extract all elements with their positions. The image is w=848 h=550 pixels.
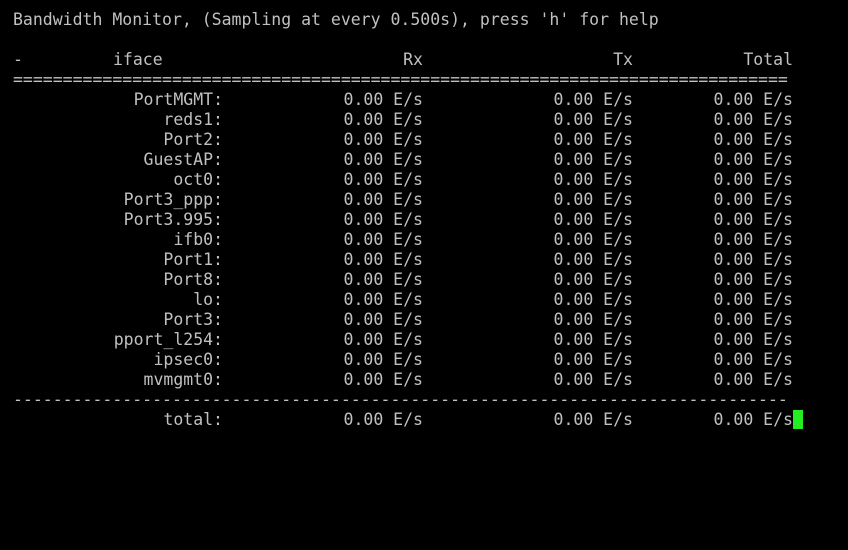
terminal-window[interactable]: Bandwidth Monitor, (Sampling at every 0.… xyxy=(13,10,843,430)
row-tx: 0.00 E/s xyxy=(553,170,633,189)
table-row: Port3: 0.00 E/s 0.00 E/s 0.00 E/s xyxy=(13,310,843,330)
row-iface: Port3.995: xyxy=(123,210,223,229)
table-row: GuestAP: 0.00 E/s 0.00 E/s 0.00 E/s xyxy=(13,150,843,170)
total-rx: 0.00 E/s xyxy=(343,410,423,429)
double-separator-text: ========================================… xyxy=(13,70,788,89)
table-row: lo: 0.00 E/s 0.00 E/s 0.00 E/s xyxy=(13,290,843,310)
row-rx: 0.00 E/s xyxy=(343,290,423,309)
row-iface: oct0: xyxy=(173,170,223,189)
row-tx: 0.00 E/s xyxy=(553,290,633,309)
row-total: 0.00 E/s xyxy=(713,190,793,209)
row-total: 0.00 E/s xyxy=(713,310,793,329)
row-tx: 0.00 E/s xyxy=(553,230,633,249)
row-total: 0.00 E/s xyxy=(713,170,793,189)
row-rx: 0.00 E/s xyxy=(343,310,423,329)
single-separator-text: ----------------------------------------… xyxy=(13,390,788,409)
row-iface: PortMGMT: xyxy=(133,90,223,109)
row-tx: 0.00 E/s xyxy=(553,150,633,169)
row-total: 0.00 E/s xyxy=(713,290,793,309)
row-rx: 0.00 E/s xyxy=(343,170,423,189)
row-tx: 0.00 E/s xyxy=(553,250,633,269)
row-iface: ifb0: xyxy=(173,230,223,249)
terminal-cursor xyxy=(793,410,803,429)
table-row: oct0: 0.00 E/s 0.00 E/s 0.00 E/s xyxy=(13,170,843,190)
table-row: mvmgmt0: 0.00 E/s 0.00 E/s 0.00 E/s xyxy=(13,370,843,390)
table-row: Port1: 0.00 E/s 0.00 E/s 0.00 E/s xyxy=(13,250,843,270)
table-row: reds1: 0.00 E/s 0.00 E/s 0.00 E/s xyxy=(13,110,843,130)
column-header-rx: Rx xyxy=(403,50,423,69)
total-row: total: 0.00 E/s 0.00 E/s 0.00 E/s xyxy=(13,410,843,430)
row-rx: 0.00 E/s xyxy=(343,110,423,129)
row-total: 0.00 E/s xyxy=(713,150,793,169)
table-row: Port8: 0.00 E/s 0.00 E/s 0.00 E/s xyxy=(13,270,843,290)
row-total: 0.00 E/s xyxy=(713,270,793,289)
row-rx: 0.00 E/s xyxy=(343,250,423,269)
row-total: 0.00 E/s xyxy=(713,230,793,249)
row-total: 0.00 E/s xyxy=(713,210,793,229)
row-total: 0.00 E/s xyxy=(713,250,793,269)
row-total: 0.00 E/s xyxy=(713,130,793,149)
table-row: Port3.995: 0.00 E/s 0.00 E/s 0.00 E/s xyxy=(13,210,843,230)
monitor-title: Bandwidth Monitor, (Sampling at every 0.… xyxy=(13,10,659,29)
row-tx: 0.00 E/s xyxy=(553,90,633,109)
row-rx: 0.00 E/s xyxy=(343,210,423,229)
row-tx: 0.00 E/s xyxy=(553,350,633,369)
row-iface: Port2: xyxy=(163,130,223,149)
row-iface: ipsec0: xyxy=(153,350,223,369)
row-total: 0.00 E/s xyxy=(713,350,793,369)
table-row: ipsec0: 0.00 E/s 0.00 E/s 0.00 E/s xyxy=(13,350,843,370)
row-iface: Port8: xyxy=(163,270,223,289)
table-row: PortMGMT: 0.00 E/s 0.00 E/s 0.00 E/s xyxy=(13,90,843,110)
row-rx: 0.00 E/s xyxy=(343,90,423,109)
total-label: total: xyxy=(163,410,223,429)
row-iface: reds1: xyxy=(163,110,223,129)
row-tx: 0.00 E/s xyxy=(553,330,633,349)
column-header-iface: iface xyxy=(113,50,163,69)
table-row: pport_l254: 0.00 E/s 0.00 E/s 0.00 E/s xyxy=(13,330,843,350)
single-separator: ----------------------------------------… xyxy=(13,390,843,410)
row-tx: 0.00 E/s xyxy=(553,270,633,289)
row-rx: 0.00 E/s xyxy=(343,370,423,389)
table-row: Port2: 0.00 E/s 0.00 E/s 0.00 E/s xyxy=(13,130,843,150)
row-tx: 0.00 E/s xyxy=(553,190,633,209)
row-iface: Port1: xyxy=(163,250,223,269)
row-iface: pport_l254: xyxy=(113,330,223,349)
row-tx: 0.00 E/s xyxy=(553,130,633,149)
column-header-total: Total xyxy=(743,50,793,69)
column-marker: - xyxy=(13,50,23,69)
row-rx: 0.00 E/s xyxy=(343,330,423,349)
row-total: 0.00 E/s xyxy=(713,110,793,129)
row-rx: 0.00 E/s xyxy=(343,150,423,169)
double-separator: ========================================… xyxy=(13,70,843,90)
row-iface: GuestAP: xyxy=(143,150,223,169)
row-total: 0.00 E/s xyxy=(713,330,793,349)
row-rx: 0.00 E/s xyxy=(343,130,423,149)
row-tx: 0.00 E/s xyxy=(553,310,633,329)
row-iface: mvmgmt0: xyxy=(143,370,223,389)
row-total: 0.00 E/s xyxy=(713,90,793,109)
row-iface: Port3_ppp: xyxy=(123,190,223,209)
row-tx: 0.00 E/s xyxy=(553,370,633,389)
row-total: 0.00 E/s xyxy=(713,370,793,389)
column-header-row: - iface Rx Tx Total xyxy=(13,50,843,70)
row-rx: 0.00 E/s xyxy=(343,270,423,289)
row-tx: 0.00 E/s xyxy=(553,210,633,229)
row-rx: 0.00 E/s xyxy=(343,230,423,249)
total-tx: 0.00 E/s xyxy=(553,410,633,429)
table-row: ifb0: 0.00 E/s 0.00 E/s 0.00 E/s xyxy=(13,230,843,250)
table-row: Port3_ppp: 0.00 E/s 0.00 E/s 0.00 E/s xyxy=(13,190,843,210)
row-iface: lo: xyxy=(193,290,223,309)
total-total: 0.00 E/s xyxy=(713,410,793,429)
interface-table: PortMGMT: 0.00 E/s 0.00 E/s 0.00 E/s reds1: 0… xyxy=(13,90,843,390)
row-rx: 0.00 E/s xyxy=(343,190,423,209)
column-header-tx: Tx xyxy=(613,50,633,69)
row-rx: 0.00 E/s xyxy=(343,350,423,369)
row-iface: Port3: xyxy=(163,310,223,329)
row-tx: 0.00 E/s xyxy=(553,110,633,129)
